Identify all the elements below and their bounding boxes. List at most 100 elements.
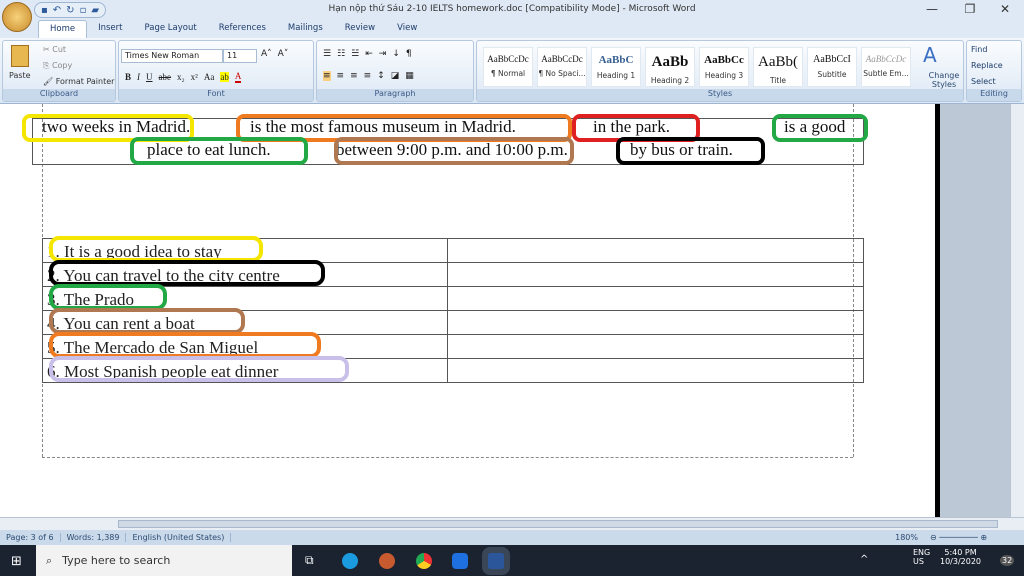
restore-button[interactable]: ❐ [960,2,980,16]
italic-button[interactable]: I [137,72,140,82]
decrease-indent-icon[interactable]: ⇤ [365,49,373,59]
answer-cell[interactable] [447,238,864,263]
multilevel-icon[interactable]: ☱ [351,49,359,59]
show-marks-button[interactable]: ¶ [406,49,412,59]
bullets-icon[interactable]: ☰ [323,49,331,59]
style-3[interactable]: AaBb Heading 2 [645,47,695,87]
shrink-font-icon[interactable]: A˅ [278,49,289,59]
close-button[interactable]: ✕ [995,2,1015,16]
style-4[interactable]: AaBbCc Heading 3 [699,47,749,87]
style-0[interactable]: AaBbCcDc ¶ Normal [483,47,533,87]
find-button[interactable]: Find [971,45,987,54]
increase-indent-icon[interactable]: ⇥ [379,49,387,59]
answer-cell[interactable] [447,334,864,359]
notification-badge[interactable]: 32 [1000,555,1015,566]
question-cell[interactable]: 4. You can rent a boat [42,308,448,335]
lang-ime[interactable]: ENG US [913,548,930,566]
language[interactable]: English (United States) [126,533,232,542]
style-name: Title [769,76,787,85]
answer-cell[interactable] [447,310,864,335]
horizontal-scrollbar[interactable] [0,517,1024,530]
zoom-level[interactable]: 180% [889,533,924,542]
tab-home[interactable]: Home [38,20,88,38]
scroll-thumb[interactable] [118,520,998,528]
page-count[interactable]: Page: 3 of 6 [0,533,61,542]
taskbar-search[interactable]: ⌕ Type here to search [36,545,292,576]
styles-group: AaBbCcDc ¶ Normal AaBbCcDc ¶ No Spaci... AaB… [476,40,964,102]
tab-page-layout[interactable]: Page Layout [134,20,208,38]
tab-view[interactable]: View [386,20,428,38]
tab-review[interactable]: Review [334,20,386,38]
vertical-scrollbar[interactable] [1010,104,1024,517]
superscript-button[interactable]: x² [191,72,198,82]
style-7[interactable]: AaBbCcDc Subtle Em... [861,47,911,87]
font-name-select[interactable]: Times New Roman [121,49,223,63]
numbering-icon[interactable]: ☷ [337,49,345,59]
ribbon-tabs: Home Insert Page Layout References Maili… [0,20,1024,38]
shading-icon[interactable]: ◪ [391,71,400,81]
align-left-icon[interactable]: ≡ [323,71,331,81]
table-row: 1. It is a good idea to stay [42,236,864,263]
minimize-button[interactable]: — [922,2,942,16]
page-edge [935,104,1010,517]
borders-icon[interactable]: ▦ [405,71,414,81]
task-view-icon[interactable]: ⧉ [305,553,314,568]
line-spacing-icon[interactable]: ↕ [377,71,385,81]
word-icon[interactable] [482,547,510,575]
undo-icon[interactable]: ↶ [53,5,61,16]
font-size-select[interactable]: 11 [223,49,257,63]
strikethrough-button[interactable]: abe [159,72,172,82]
question-cell[interactable]: 3. The Prado [42,284,448,311]
zoom-slider[interactable]: ⊖ ──────── ⊕ [924,533,1024,542]
tab-insert[interactable]: Insert [87,20,133,38]
subscript-button[interactable]: x₂ [177,72,185,82]
question-cell[interactable]: 5. The Mercado de San Miguel [42,332,448,359]
sort-icon[interactable]: ↓ [392,49,400,59]
style-2[interactable]: AaBbC Heading 1 [591,47,641,87]
center-icon[interactable]: ≡ [337,71,345,81]
zalo-icon[interactable] [452,553,468,569]
save-icon[interactable]: ▪ [41,5,48,16]
answer-cell[interactable] [447,358,864,383]
tab-mailings[interactable]: Mailings [277,20,334,38]
copy-button[interactable]: ⎘ Copy [43,61,72,71]
media-app-icon[interactable] [379,553,395,569]
font-color-icon[interactable]: A [234,71,242,83]
question-cell[interactable]: 6. Most Spanish people eat dinner [42,356,448,383]
style-5[interactable]: AaBb( Title [753,47,803,87]
new-icon[interactable]: ▫ [80,5,87,16]
bold-button[interactable]: B [125,72,131,82]
office-button[interactable] [2,2,32,32]
clock[interactable]: 5:40 PM 10/3/2020 [940,548,981,566]
open-icon[interactable]: ▰ [91,5,99,16]
paste-button[interactable]: Paste [9,71,31,80]
windows-start-icon[interactable]: ⊞ [11,554,22,569]
style-6[interactable]: AaBbCcI Subtitle [807,47,857,87]
replace-button[interactable]: Replace [971,61,1003,70]
question-cell[interactable]: 2. You can travel to the city centre [42,260,448,287]
format-painter-button[interactable]: 🖌 Format Painter [43,77,114,86]
tab-references[interactable]: References [208,20,277,38]
style-name: Heading 2 [650,76,690,85]
tray-chevron-icon[interactable]: ^ [860,554,868,565]
align-right-icon[interactable]: ≡ [350,71,358,81]
answer-cell[interactable] [447,262,864,287]
style-sample: AaBb( [758,54,798,70]
select-button[interactable]: Select [971,77,996,86]
word-count[interactable]: Words: 1,389 [61,533,127,542]
highlight-icon[interactable]: ab [220,72,229,82]
justify-icon[interactable]: ≡ [364,71,372,81]
grow-font-icon[interactable]: A˄ [261,49,272,59]
underline-button[interactable]: U [146,72,153,82]
change-case-button[interactable]: Aa [204,72,215,82]
answer-cell[interactable] [447,286,864,311]
question-cell[interactable]: 1. It is a good idea to stay [42,236,448,263]
chrome-icon[interactable] [416,553,432,569]
style-1[interactable]: AaBbCcDc ¶ No Spaci... [537,47,587,87]
change-styles-button[interactable]: Change Styles [927,71,961,89]
style-name: Subtle Em... [863,69,909,78]
redo-icon[interactable]: ↻ [66,5,74,16]
edge-icon[interactable] [342,553,358,569]
cut-button[interactable]: ✂ Cut [43,45,66,54]
window-title: Hạn nộp thứ Sáu 2-10 IELTS homework.doc … [328,4,696,14]
